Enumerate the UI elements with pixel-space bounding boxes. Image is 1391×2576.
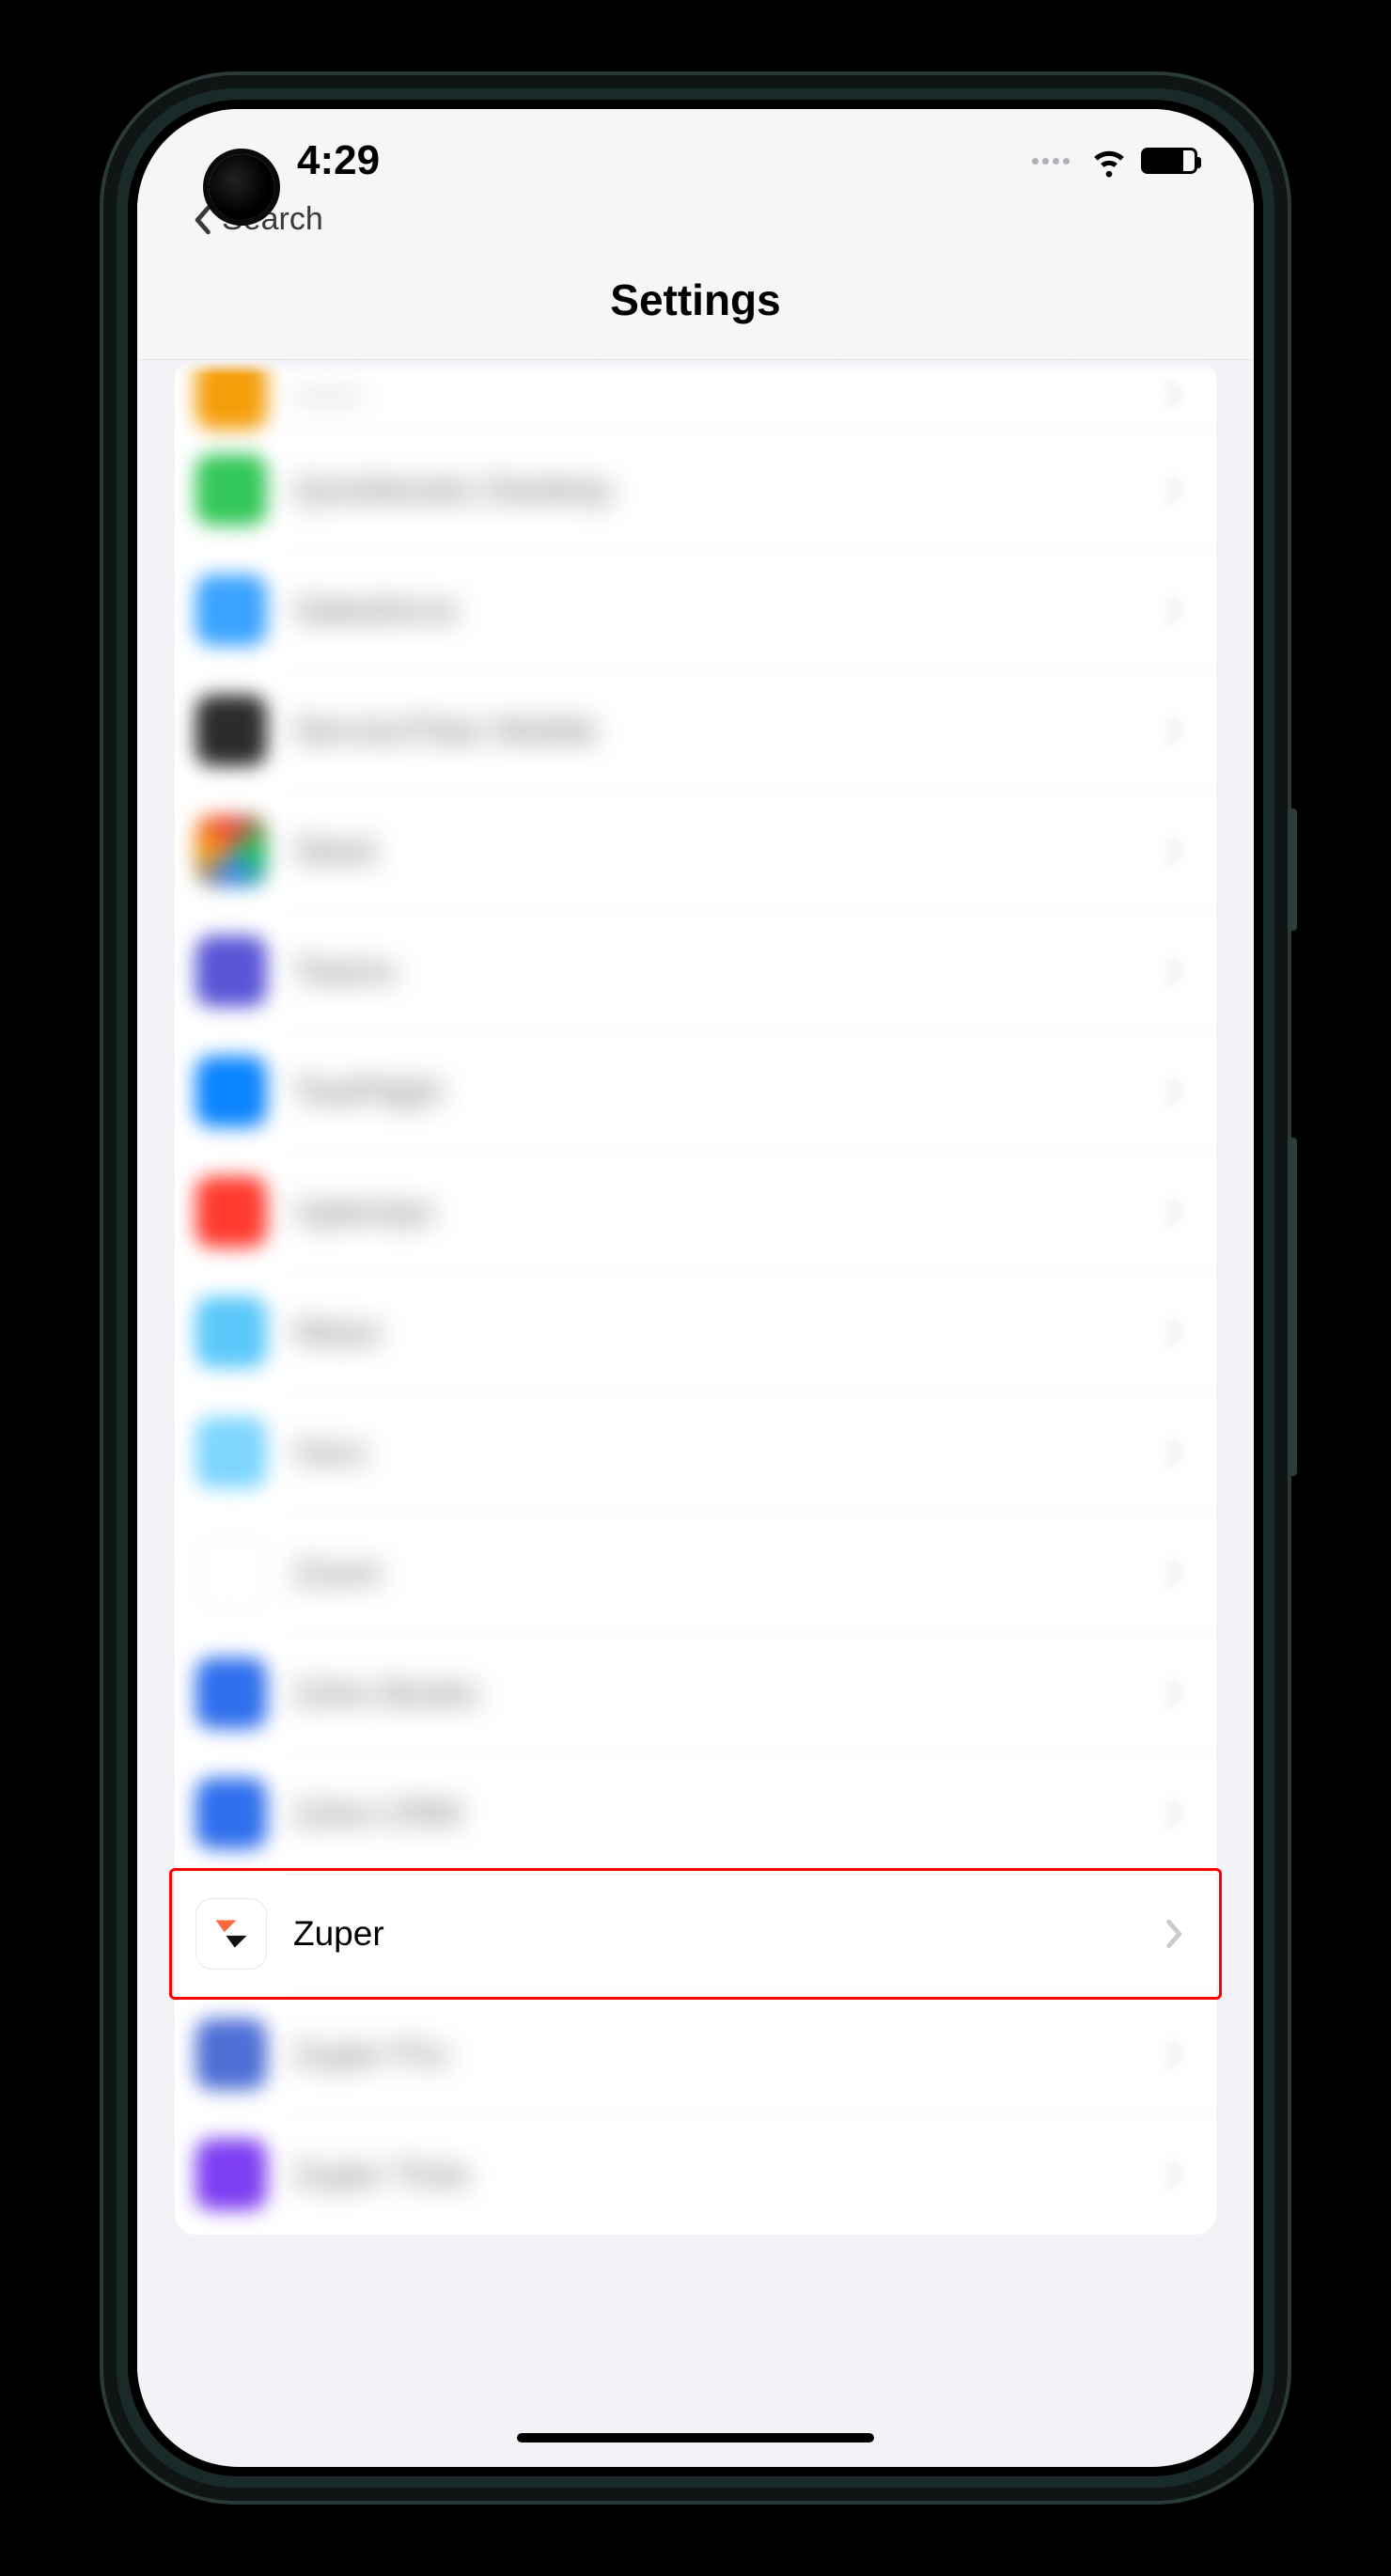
side-button-volume [1288,1138,1297,1476]
chevron-right-icon [1165,1678,1188,1708]
app-label: Zoom [293,1553,1139,1593]
settings-list: —— Quickbooks Desktop Salesforce ServiceTit… [175,360,1216,2235]
chevron-right-icon [1165,1197,1188,1227]
app-label: Salesforce [293,590,1139,630]
chevron-left-icon [190,205,214,235]
app-label: Zuper Pro [293,2034,1139,2074]
chevron-right-icon [1165,595,1188,625]
app-icon [195,935,267,1007]
app-icon [195,360,267,430]
app-icon [195,1778,267,1849]
page-title: Settings [137,229,1254,360]
phone-frame: 4:29 Search [103,75,1288,2501]
back-row: Search [137,201,1254,229]
settings-row-row4[interactable]: Slack [175,791,1216,911]
app-label: Quickbooks Desktop [293,470,1139,510]
chevron-right-icon [1165,1076,1188,1107]
app-icon [195,1537,267,1609]
status-time: 4:29 [297,137,380,184]
chevron-right-icon [1165,2039,1188,2069]
settings-row-row7[interactable]: Uptempo [175,1152,1216,1272]
app-icon [195,2139,267,2210]
app-icon [195,815,267,887]
home-indicator[interactable] [517,2433,874,2442]
battery-icon [1141,148,1197,174]
settings-row-row12[interactable]: Zoho CRM [175,1753,1216,1874]
settings-row-row13[interactable]: Zuper [175,1874,1216,1994]
chevron-right-icon [1165,1437,1188,1468]
chevron-right-icon [1165,715,1188,746]
chevron-right-icon [1165,2160,1188,2190]
app-icon [195,695,267,766]
settings-row-row8[interactable]: Waze [175,1272,1216,1392]
settings-row-row11[interactable]: Zoho Books [175,1633,1216,1753]
app-icon [195,574,267,646]
app-label: Zuper [293,1914,1139,1954]
settings-row-row15[interactable]: Zuper Time [175,2114,1216,2235]
settings-row-row0[interactable]: —— [175,360,1216,430]
settings-row-row3[interactable]: ServiceTitan Mobile [175,670,1216,791]
app-icon [195,1056,267,1127]
settings-row-row1[interactable]: Quickbooks Desktop [175,430,1216,550]
chevron-right-icon [1165,1317,1188,1347]
chevron-right-icon [1165,1798,1188,1829]
settings-row-row9[interactable]: Xero [175,1392,1216,1513]
settings-row-row2[interactable]: Salesforce [175,550,1216,670]
settings-list-wrap[interactable]: —— Quickbooks Desktop Salesforce ServiceTit… [137,360,1254,2462]
cellular-dots-icon [1032,158,1070,165]
app-label: Uptempo [293,1192,1139,1232]
chevron-right-icon [1165,956,1188,986]
phone-inner: 4:29 Search [128,100,1263,2476]
app-label: —— [293,374,1139,414]
app-label: TestFlight [293,1072,1139,1111]
app-label: Teams [293,951,1139,991]
screen: 4:29 Search [137,109,1254,2467]
settings-row-row5[interactable]: Teams [175,911,1216,1031]
app-label: Slack [293,831,1139,871]
app-icon [195,1176,267,1248]
chevron-right-icon [1165,475,1188,505]
app-label: Waze [293,1312,1139,1352]
app-icon [195,1417,267,1488]
settings-row-row14[interactable]: Zuper Pro [175,1994,1216,2114]
settings-row-row10[interactable]: Zoom [175,1513,1216,1633]
app-icon [195,1296,267,1368]
status-icons [1032,142,1197,180]
app-label: Zoho Books [293,1673,1139,1713]
chevron-right-icon [1165,1558,1188,1588]
app-label: ServiceTitan Mobile [293,711,1139,750]
app-icon [195,1657,267,1729]
settings-row-row6[interactable]: TestFlight [175,1031,1216,1152]
app-label: Xero [293,1433,1139,1472]
chevron-right-icon [1165,379,1188,409]
app-label: Zuper Time [293,2155,1139,2194]
front-camera [209,154,274,220]
wifi-icon [1090,142,1128,180]
app-icon [195,2018,267,2090]
chevron-right-icon [1165,836,1188,866]
chevron-right-icon [1165,1919,1188,1949]
side-button-power [1288,809,1297,931]
app-icon [195,454,267,526]
app-label: Zoho CRM [293,1794,1139,1833]
zuper-app-icon [195,1898,267,1970]
status-bar: 4:29 [137,109,1254,212]
